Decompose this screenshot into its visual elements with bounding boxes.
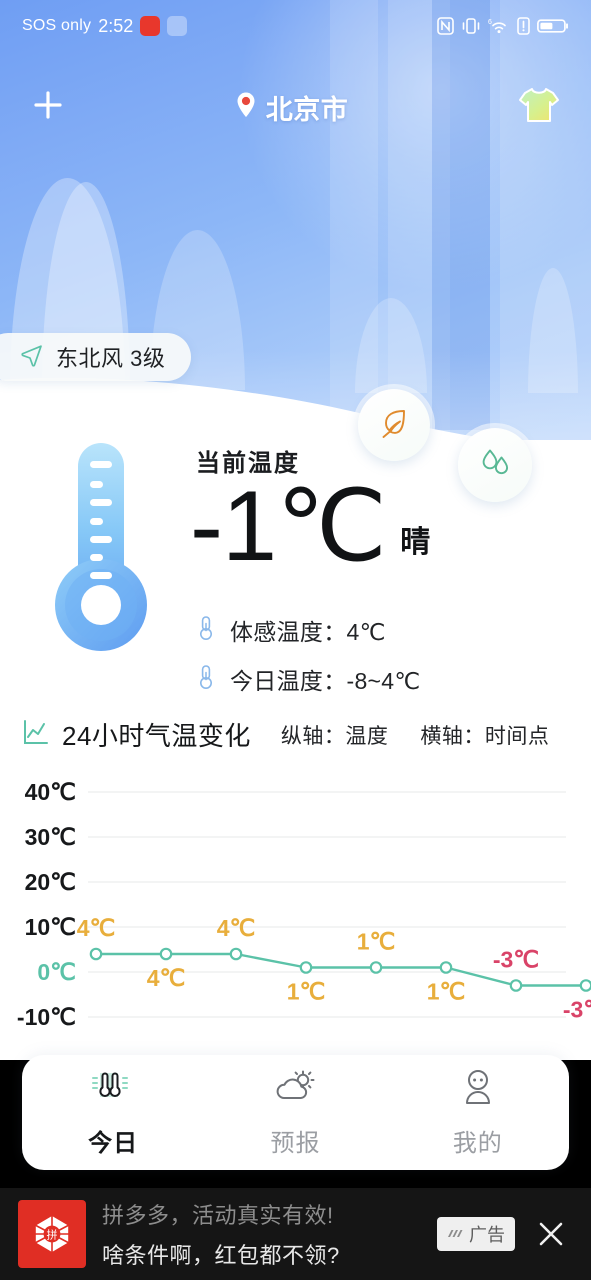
- chart-header: 24小时气温变化 纵轴：温度 横轴：时间点: [22, 716, 582, 753]
- add-city-button[interactable]: [30, 87, 66, 128]
- ad-line-1: 拼多多，活动真实有效!: [102, 1203, 334, 1228]
- current-condition-label: 晴: [400, 526, 431, 560]
- clock-label: 2:52: [98, 15, 134, 36]
- status-bar-right: 6: [437, 17, 569, 35]
- svg-text:1℃: 1℃: [427, 979, 466, 1005]
- wifi6-icon: 6: [488, 17, 510, 35]
- svg-text:-3℃: -3℃: [563, 997, 591, 1023]
- svg-text:0℃: 0℃: [37, 959, 76, 985]
- temperature-chart[interactable]: 40℃ 30℃ 20℃ 10℃ 0℃ -10℃ 4℃ 4℃ 4℃ 1℃ 1℃ 1℃ -3℃ -3℃: [0, 770, 591, 1035]
- city-name-label: 北京市: [265, 94, 349, 125]
- thermometer-small-icon: [196, 615, 216, 646]
- svg-text:4℃: 4℃: [217, 915, 256, 941]
- svg-text:4℃: 4℃: [77, 915, 116, 941]
- ad-badge-label: 广告: [469, 1225, 505, 1245]
- thermometer-icon: [42, 437, 160, 670]
- cloud-sun-icon: [269, 1067, 321, 1114]
- svg-text:4℃: 4℃: [147, 965, 186, 991]
- tab-forecast-label: 预报: [270, 1130, 321, 1157]
- svg-text:-3℃: -3℃: [493, 947, 539, 973]
- current-city[interactable]: 北京市: [235, 88, 349, 127]
- tab-today[interactable]: 今日: [22, 1055, 204, 1170]
- tab-forecast[interactable]: 预报: [204, 1055, 386, 1170]
- location-pin-icon: [235, 91, 257, 124]
- nfc-icon: [437, 17, 454, 35]
- svg-text:20℃: 20℃: [25, 869, 76, 895]
- today-range-text: 今日温度：-8~4℃: [230, 668, 421, 694]
- humidity-button[interactable]: [458, 428, 532, 502]
- air-quality-button[interactable]: [358, 389, 430, 461]
- tab-mine-label: 我的: [452, 1130, 503, 1157]
- line-chart-icon: [22, 718, 50, 751]
- status-bar-left: SOS only 2:52: [22, 15, 188, 37]
- svg-text:拼: 拼: [47, 1227, 58, 1241]
- wind-label: 东北风 3级: [56, 346, 166, 371]
- tab-today-label: 今日: [88, 1130, 139, 1157]
- today-range-row: 今日温度：-8~4℃: [196, 662, 421, 696]
- status-bar: SOS only 2:52 6: [0, 0, 591, 52]
- chart-title: 24小时气温变化: [62, 721, 251, 751]
- app-badge-red-icon: [140, 16, 161, 36]
- svg-text:10℃: 10℃: [25, 914, 76, 940]
- tshirt-icon[interactable]: [517, 85, 561, 130]
- ad-badge: 广告: [437, 1217, 515, 1251]
- svg-text:1℃: 1℃: [357, 929, 396, 955]
- alert-icon: [517, 17, 530, 35]
- chart-xaxis-note: 横轴：时间点: [420, 724, 550, 748]
- dual-thermometer-icon: [87, 1067, 139, 1114]
- feels-like-text: 体感温度：4℃: [230, 619, 386, 645]
- leaf-icon: [377, 406, 411, 445]
- phone-screen: SOS only 2:52 6 北京市 东北风 3级 当前温度 -1℃ 晴 体感…: [0, 0, 591, 1280]
- water-drop-icon: [477, 445, 513, 486]
- pinduoduo-logo: 拼: [18, 1200, 86, 1268]
- feels-like-row: 体感温度：4℃: [196, 613, 386, 647]
- vibrate-icon: [461, 17, 481, 35]
- wind-chip[interactable]: 东北风 3级: [0, 333, 192, 381]
- top-navigation: 北京市: [0, 76, 591, 138]
- navigation-arrow-icon: [20, 343, 44, 372]
- svg-text:40℃: 40℃: [25, 779, 76, 805]
- ad-line-2: 啥条件啊，红包都不领?: [102, 1243, 340, 1268]
- sky-background: [0, 0, 591, 470]
- ad-close-button[interactable]: [529, 1212, 573, 1256]
- thermometer-small-icon: [196, 664, 216, 695]
- svg-text:30℃: 30℃: [25, 824, 76, 850]
- tab-mine[interactable]: 我的: [387, 1055, 569, 1170]
- current-temp-row: -1℃ 晴: [190, 470, 431, 581]
- ad-text-block: 拼多多，活动真实有效! 啥条件啊，红包都不领?: [102, 1198, 437, 1270]
- person-icon: [455, 1067, 501, 1114]
- ad-wave-icon: [447, 1224, 464, 1245]
- battery-icon: [537, 17, 569, 35]
- svg-text:1℃: 1℃: [287, 979, 326, 1005]
- svg-text:-10℃: -10℃: [17, 1004, 76, 1030]
- app-badge-blue-icon: [167, 16, 188, 36]
- chart-yaxis-note: 纵轴：温度: [280, 724, 389, 748]
- svg-text:6: 6: [488, 19, 492, 26]
- ad-banner[interactable]: 拼 拼多多，活动真实有效! 啥条件啊，红包都不领? 广告: [0, 1188, 591, 1280]
- bottom-navigation: 今日 预报 我的: [22, 1055, 569, 1170]
- carrier-label: SOS only: [22, 17, 92, 34]
- current-temp-value: -1℃: [190, 470, 387, 581]
